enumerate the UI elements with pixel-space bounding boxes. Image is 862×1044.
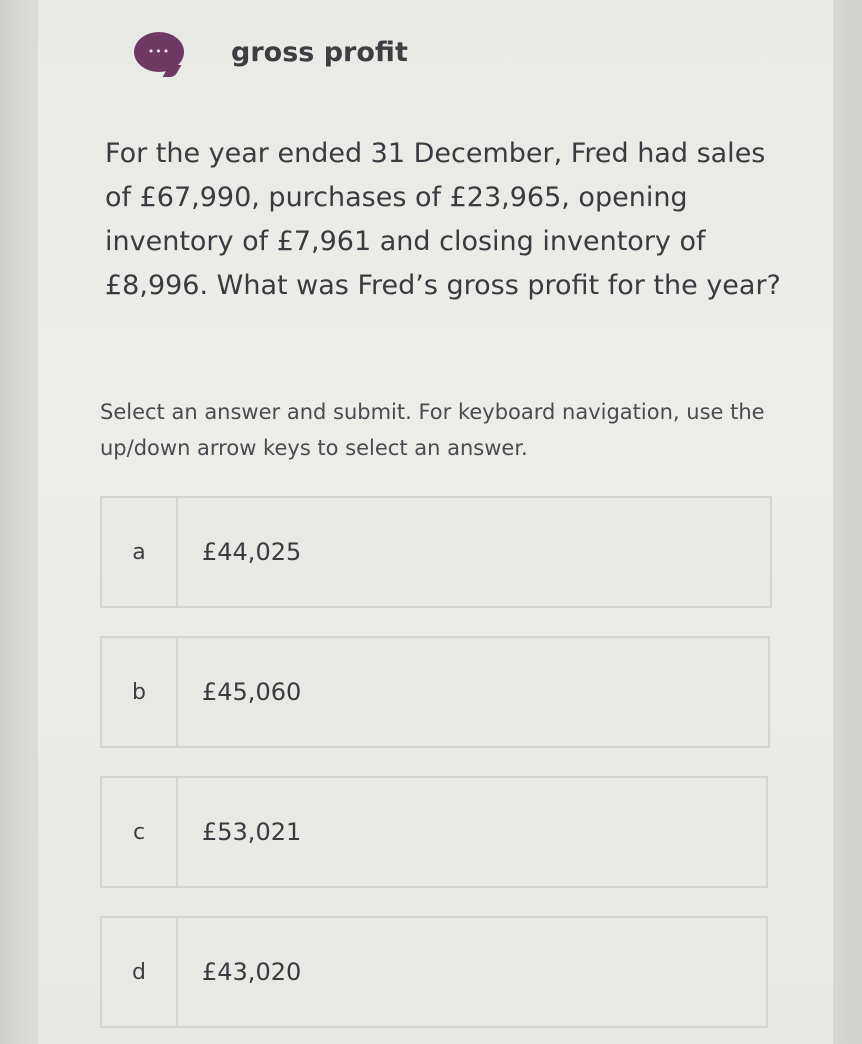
chat-bubble-icon: ••• xyxy=(134,32,184,72)
bubble-dots: ••• xyxy=(147,44,171,58)
option-letter: c xyxy=(102,778,178,886)
instructions-text: Select an answer and submit. For keyboar… xyxy=(100,400,765,460)
answer-option-b[interactable]: b £45,060 xyxy=(100,636,770,748)
question-header: ••• gross profit xyxy=(134,28,408,76)
option-letter: d xyxy=(102,918,178,1026)
question-text: For the year ended 31 December, Fred had… xyxy=(105,138,781,301)
option-value: £43,020 xyxy=(202,958,302,986)
option-letter: a xyxy=(102,498,178,606)
option-value: £45,060 xyxy=(202,678,302,706)
option-value: £44,025 xyxy=(202,538,302,566)
option-letter: b xyxy=(102,638,178,746)
option-value: £53,021 xyxy=(202,818,302,846)
answer-option-c[interactable]: c £53,021 xyxy=(100,776,768,888)
answer-option-d[interactable]: d £43,020 xyxy=(100,916,768,1028)
answer-option-a[interactable]: a £44,025 xyxy=(100,496,772,608)
page-title: gross profit xyxy=(231,36,408,68)
